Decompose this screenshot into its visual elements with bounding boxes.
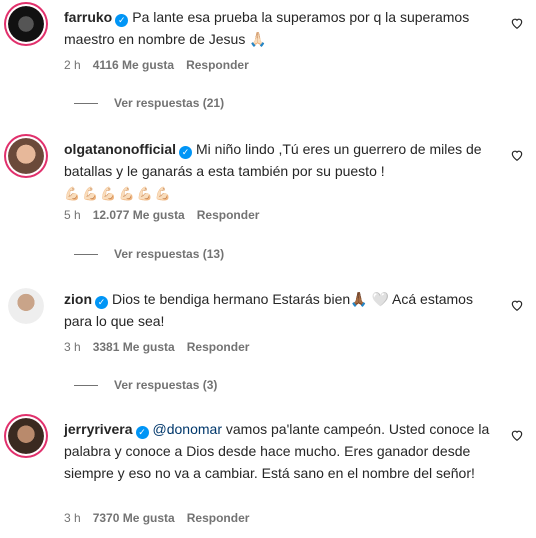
comment-body: olgatanonofficial ✓ Mi niño lindo ,Tú eres… <box>64 138 492 205</box>
view-replies-label: Ver respuestas (3) <box>114 378 218 392</box>
comment-text: Dios te bendiga hermano Estarás bien🙏🏾 🤍… <box>64 291 473 329</box>
like-count[interactable]: 12.077 Me gusta <box>93 208 185 222</box>
comment-body: jerryrivera ✓ @donomar vamos pa'lante camp… <box>64 418 492 484</box>
verified-badge-icon: ✓ <box>115 14 129 27</box>
comment-body: zion ✓ Dios te bendiga hermano Estarás bie… <box>64 288 492 332</box>
verified-badge-icon: ✓ <box>179 146 192 159</box>
reply-button[interactable]: Responder <box>186 58 249 72</box>
timestamp[interactable]: 2 h <box>64 58 81 72</box>
avatar-farruko[interactable] <box>8 6 44 42</box>
heart-outline-icon[interactable] <box>510 298 524 312</box>
timestamp[interactable]: 5 h <box>64 208 81 222</box>
like-count[interactable]: 7370 Me gusta <box>93 511 175 525</box>
divider <box>74 253 98 255</box>
comment-meta: 3 h 3381 Me gusta Responder <box>64 340 249 354</box>
avatar-olgatanonofficial[interactable] <box>8 138 44 174</box>
view-replies-button[interactable]: Ver respuestas (13) <box>74 247 224 261</box>
view-replies-button[interactable]: Ver respuestas (21) <box>74 96 224 110</box>
heart-outline-icon[interactable] <box>510 428 524 442</box>
avatar-zion[interactable] <box>8 288 44 324</box>
comment-meta: 5 h 12.077 Me gusta Responder <box>64 208 259 222</box>
username[interactable]: olgatanonofficial <box>64 141 176 157</box>
verified-badge-icon: ✓ <box>135 426 149 439</box>
heart-outline-icon[interactable] <box>510 148 524 162</box>
view-replies-label: Ver respuestas (21) <box>114 96 225 110</box>
comment-meta: 2 h 4116 Me gusta Responder <box>64 58 249 72</box>
username[interactable]: farruko <box>64 9 112 25</box>
reply-button[interactable]: Responder <box>187 511 250 525</box>
divider <box>74 102 98 104</box>
avatar-jerryrivera[interactable] <box>8 418 44 454</box>
username[interactable]: jerryrivera <box>64 421 133 437</box>
divider <box>74 384 98 386</box>
verified-badge-icon: ✓ <box>95 296 108 309</box>
timestamp[interactable]: 3 h <box>64 511 81 525</box>
username[interactable]: zion <box>64 291 92 307</box>
timestamp[interactable]: 3 h <box>64 340 81 354</box>
like-count[interactable]: 3381 Me gusta <box>93 340 175 354</box>
view-replies-label: Ver respuestas (13) <box>114 247 225 261</box>
heart-outline-icon[interactable] <box>510 16 524 30</box>
comment-body: farruko ✓ Pa lante esa prueba la superamos… <box>64 6 492 50</box>
reply-button[interactable]: Responder <box>187 340 250 354</box>
emoji-row: 💪🏻💪🏻💪🏻💪🏻💪🏻💪🏻 <box>64 186 174 201</box>
reply-button[interactable]: Responder <box>197 208 260 222</box>
comment-meta: 3 h 7370 Me gusta Responder <box>64 511 249 525</box>
like-count[interactable]: 4116 Me gusta <box>93 58 174 72</box>
mention-link[interactable]: @donomar <box>153 421 222 437</box>
view-replies-button[interactable]: Ver respuestas (3) <box>74 378 217 392</box>
